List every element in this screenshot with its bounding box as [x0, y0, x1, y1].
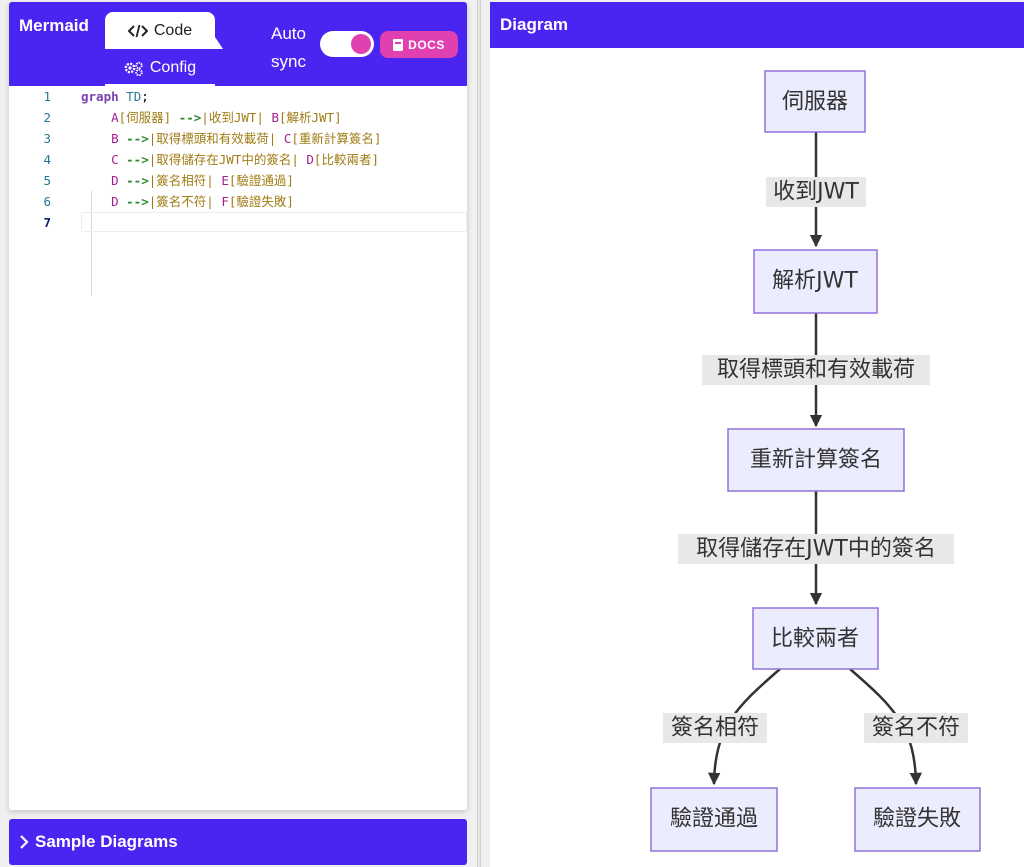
code-line[interactable]: 5 D -->|簽名相符| E[驗證通過]: [9, 170, 467, 191]
code-token: E: [221, 173, 229, 188]
code-token: [驗證通過]: [228, 173, 294, 188]
code-token: ;: [141, 89, 149, 104]
chevron-right-icon: [20, 835, 29, 849]
code-token: [解析JWT]: [278, 110, 342, 125]
svg-text:簽名不符: 簽名不符: [872, 716, 960, 741]
code-token: |取得儲存在JWT中的簽名|: [148, 152, 307, 167]
node-d[interactable]: 比較兩者: [752, 607, 879, 670]
svg-text:取得標頭和有效載荷: 取得標頭和有效載荷: [717, 358, 915, 383]
code-token: TD: [118, 89, 142, 104]
edge-label-de: 簽名相符: [663, 713, 767, 743]
auto-sync-toggle[interactable]: [320, 31, 374, 57]
diagram-canvas[interactable]: 收到JWT 取得標頭和有效載荷 取得儲存在JWT中的簽名 簽名相符 簽名不符 伺…: [490, 48, 1024, 867]
docs-button-label: DOCS: [408, 37, 445, 52]
svg-text:比較兩者: 比較兩者: [771, 627, 859, 652]
code-token: -->: [126, 173, 149, 188]
code-line[interactable]: 1 graph TD;: [9, 86, 467, 107]
code-token: B: [271, 110, 279, 125]
code-token: [驗證失敗]: [228, 194, 294, 209]
svg-text:收到JWT: 收到JWT: [773, 180, 859, 205]
code-token: -->: [126, 194, 149, 209]
svg-text:重新計算簽名: 重新計算簽名: [750, 448, 882, 473]
tab-code-label: Code: [153, 21, 193, 39]
svg-text:伺服器: 伺服器: [782, 90, 848, 115]
code-token: [伺服器]: [118, 110, 179, 125]
editor-panel: Mermaid Code Config Auto sync DOCS 1 gra…: [9, 2, 467, 810]
line-text: A[伺服器] -->|收到JWT| B[解析JWT]: [81, 107, 342, 128]
code-token: |取得標頭和有效載荷|: [148, 131, 284, 146]
code-token: -->: [126, 152, 149, 167]
code-line[interactable]: 7: [9, 212, 467, 233]
line-number: 3: [43, 131, 51, 146]
tab-code[interactable]: Code: [105, 12, 223, 49]
line-number: 5: [43, 173, 51, 188]
code-token: |簽名不符|: [148, 194, 222, 209]
node-c[interactable]: 重新計算簽名: [727, 428, 905, 492]
tab-config[interactable]: Config: [105, 52, 215, 86]
code-token: |收到JWT|: [201, 110, 272, 125]
code-token: A: [81, 110, 119, 125]
line-number: 7: [43, 215, 51, 230]
code-token: D: [81, 194, 127, 209]
brand-title: Mermaid: [19, 16, 89, 35]
auto-sync-label: Auto sync: [271, 24, 306, 71]
node-f[interactable]: 驗證失敗: [854, 787, 981, 852]
svg-text:驗證通過: 驗證通過: [670, 807, 758, 832]
svg-text:驗證失敗: 驗證失敗: [873, 807, 961, 832]
docs-button[interactable]: DOCS: [380, 31, 458, 58]
line-text: D -->|簽名相符| E[驗證通過]: [81, 170, 294, 191]
code-token: F: [221, 194, 229, 209]
node-e[interactable]: 驗證通過: [650, 787, 778, 852]
line-text: graph TD;: [81, 86, 149, 107]
node-a[interactable]: 伺服器: [764, 70, 866, 133]
code-line[interactable]: 4 C -->|取得儲存在JWT中的簽名| D[比較兩者]: [9, 149, 467, 170]
svg-text:解析JWT: 解析JWT: [772, 269, 858, 294]
edge-label-bc: 取得標頭和有效載荷: [702, 355, 930, 385]
code-token: C: [81, 152, 127, 167]
code-line[interactable]: 3 B -->|取得標頭和有效載荷| C[重新計算簽名]: [9, 128, 467, 149]
code-icon: [127, 24, 148, 37]
edge-label-ab: 收到JWT: [766, 177, 866, 207]
code-editor[interactable]: 1 graph TD; 2 A[伺服器] -->|收到JWT| B[解析JWT] 3 …: [9, 86, 467, 810]
svg-text:簽名相符: 簽名相符: [671, 716, 759, 741]
code-line[interactable]: 2 A[伺服器] -->|收到JWT| B[解析JWT]: [9, 107, 467, 128]
code-token: -->: [126, 131, 149, 146]
edge-label-df: 簽名不符: [864, 713, 968, 743]
tab-config-label: Config: [149, 59, 197, 76]
editor-header: Mermaid Code Config Auto sync DOCS: [9, 2, 467, 86]
code-token: D: [306, 152, 314, 167]
sample-diagrams-toggle[interactable]: Sample Diagrams: [9, 819, 467, 865]
gears-icon: [124, 61, 143, 76]
line-number: 2: [43, 110, 51, 125]
edge-label-cd: 取得儲存在JWT中的簽名: [678, 534, 954, 564]
code-token: B: [81, 131, 127, 146]
book-icon: [393, 38, 404, 51]
code-token: [比較兩者]: [313, 152, 379, 167]
sample-diagrams-label: Sample Diagrams: [35, 832, 178, 851]
svg-text:取得儲存在JWT中的簽名: 取得儲存在JWT中的簽名: [696, 537, 936, 562]
toggle-knob: [351, 34, 371, 54]
diagram-panel: Diagram 收到JWT 取得標頭和有效載荷 取得儲存在JWT中的簽名 簽名相…: [490, 2, 1024, 867]
node-b[interactable]: 解析JWT: [753, 249, 878, 314]
line-number: 1: [43, 89, 51, 104]
code-line[interactable]: 6 D -->|簽名不符| F[驗證失敗]: [9, 191, 467, 212]
code-token: graph: [81, 89, 119, 104]
panel-resize-handle[interactable]: [477, 0, 481, 867]
code-token: [重新計算簽名]: [291, 131, 382, 146]
code-token: |簽名相符|: [148, 173, 222, 188]
line-number: 6: [43, 194, 51, 209]
diagram-header: Diagram: [490, 2, 1024, 48]
line-text: C -->|取得儲存在JWT中的簽名| D[比較兩者]: [81, 149, 379, 170]
code-token: D: [81, 173, 127, 188]
line-number: 4: [43, 152, 51, 167]
code-token: -->: [178, 110, 202, 125]
line-text: B -->|取得標頭和有效載荷| C[重新計算簽名]: [81, 128, 381, 149]
line-text: D -->|簽名不符| F[驗證失敗]: [81, 191, 294, 212]
